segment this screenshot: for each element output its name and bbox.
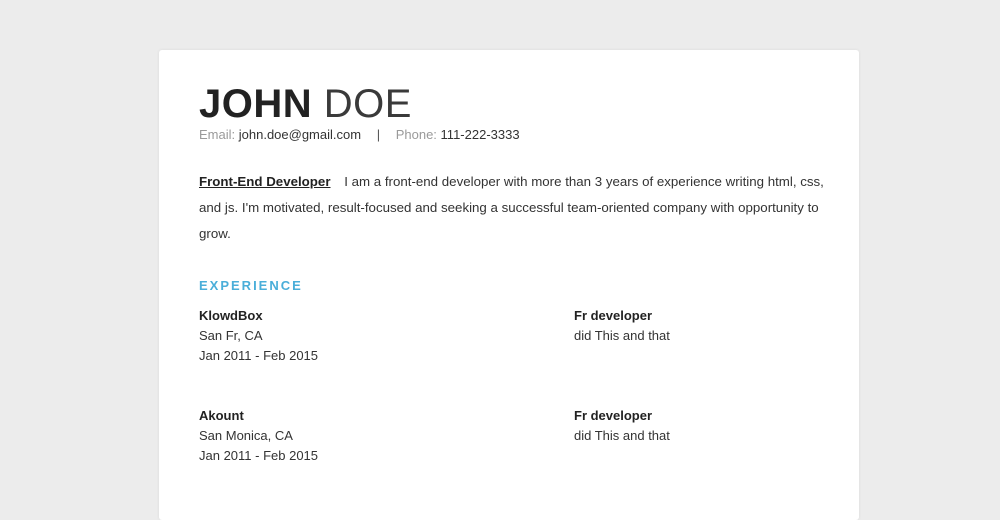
experience-company-block: KlowdBox San Fr, CA Jan 2011 - Feb 2015 [199,306,499,366]
phone-value: 111-222-3333 [440,127,520,142]
contact-separator: | [376,127,381,142]
contact-info: Email: john.doe@gmail.com | Phone: 111-2… [199,126,520,144]
email-label: Email: [199,127,236,142]
experience-role-block: Fr developer did This and that [574,306,819,346]
resume-page: JOHN DOE Email: john.doe@gmail.com | Pho… [159,50,859,520]
company-name: KlowdBox [199,308,263,323]
position-title: Fr developer [574,308,653,323]
experience-heading: EXPERIENCE [199,278,303,293]
position-description: did This and that [574,428,670,443]
email-value: john.doe@gmail.com [238,127,362,142]
employment-dates: Jan 2011 - Feb 2015 [199,448,319,463]
first-name: JOHN [199,82,313,126]
last-name: DOE [323,82,412,126]
experience-role-block: Fr developer did This and that [574,406,819,446]
company-location: San Fr, CA [199,328,263,343]
resume-name: JOHN DOE [199,80,412,128]
company-name: Akount [199,408,244,423]
employment-dates: Jan 2011 - Feb 2015 [199,348,319,363]
experience-company-block: Akount San Monica, CA Jan 2011 - Feb 201… [199,406,499,466]
position-description: did This and that [574,328,670,343]
job-role: Front-End Developer [199,174,331,189]
profile-summary: Front-End Developer I am a front-end dev… [199,169,824,247]
company-location: San Monica, CA [199,428,293,443]
phone-label: Phone: [395,127,437,142]
position-title: Fr developer [574,408,653,423]
